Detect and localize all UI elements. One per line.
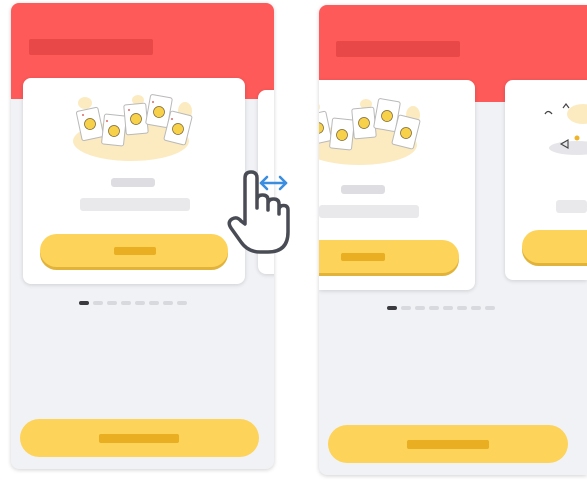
title-placeholder [336,41,460,57]
pagination-dot[interactable] [443,306,453,310]
pagination-dot[interactable] [485,306,495,310]
carousel-pagination [79,301,187,305]
pagination-dot[interactable] [93,301,103,305]
carousel-card[interactable] [23,78,245,284]
card-action-label-placeholder [114,247,156,255]
title-placeholder [29,39,153,55]
onboarding-screen-after-swipe [319,5,587,475]
emoji-cards-illustration [319,95,428,167]
pagination-dot[interactable] [135,301,145,305]
card-title-placeholder [341,185,385,194]
pagination-dot[interactable] [177,301,187,305]
next-carousel-card[interactable] [505,80,587,280]
carousel-pagination [387,306,495,310]
pagination-dot[interactable] [387,306,397,310]
card-action-button[interactable] [40,234,228,267]
primary-button-label-placeholder [407,440,489,449]
pagination-dot[interactable] [471,306,481,310]
pagination-dot[interactable] [79,301,89,305]
pagination-dot[interactable] [149,301,159,305]
card-action-label-placeholder [341,253,385,261]
pagination-dot[interactable] [121,301,131,305]
carousel-card[interactable] [319,80,475,290]
pagination-dot[interactable] [415,306,425,310]
card-action-button[interactable] [522,230,587,263]
card-title-placeholder [111,178,155,187]
pagination-dot[interactable] [457,306,467,310]
primary-button[interactable] [328,425,568,463]
card-text-placeholder [556,200,587,213]
pagination-dot[interactable] [107,301,117,305]
card-text-placeholder [319,205,419,218]
primary-button-label-placeholder [99,434,179,443]
doodle-illustration [541,98,587,162]
pagination-dot[interactable] [401,306,411,310]
emoji-cards-illustration [65,91,200,163]
pagination-dot[interactable] [163,301,173,305]
pagination-dot[interactable] [429,306,439,310]
left-right-arrow-icon [257,175,290,191]
card-action-button[interactable] [319,240,459,273]
card-text-placeholder [80,198,190,211]
primary-button[interactable] [20,419,259,457]
